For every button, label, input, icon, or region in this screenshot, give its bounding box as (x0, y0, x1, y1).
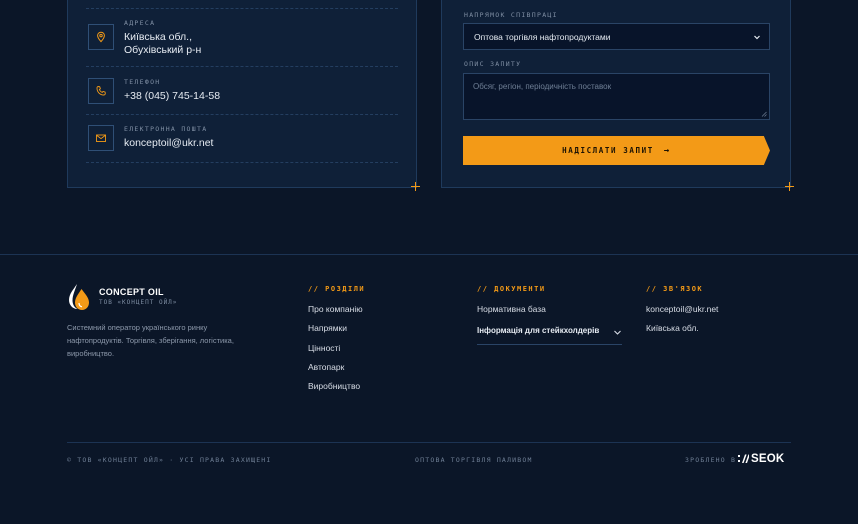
made-by-text: ЗРОБЛЕНО В (685, 456, 737, 464)
email-label: ЕЛЕКТРОННА ПОШТА (124, 125, 208, 133)
footer-link-production[interactable]: Виробництво (308, 381, 360, 391)
submit-request-button[interactable]: НАДІСЛАТИ ЗАПИТ → (463, 136, 770, 165)
contact-heading: // ЗВ'ЯЗОК (646, 285, 704, 293)
contact-row-phone: ТЕЛЕФОН +38 (045) 745-14-58 (86, 67, 398, 115)
footer-brand[interactable]: CONCEPT OIL ТОВ «КОНЦЕПТ ОЙЛ» (67, 283, 177, 311)
footer-email-link[interactable]: konceptoil@ukr.net (646, 304, 718, 314)
email-value[interactable]: konceptoil@ukr.net (124, 137, 213, 150)
stakeholders-accordion[interactable]: Інформація для стейкхолдерів (477, 321, 622, 345)
oil-drop-logo-icon (69, 284, 89, 310)
description-label: ОПИС ЗАПИТУ (464, 60, 522, 68)
chevron-down-icon (754, 35, 760, 40)
phone-icon (88, 78, 114, 104)
footer-divider (0, 254, 858, 255)
contact-row-address: АДРЕСА Київська обл., Обухівський р-н (86, 9, 398, 67)
brand-subtitle: ТОВ «КОНЦЕПТ ОЙЛ» (99, 299, 178, 306)
phone-value[interactable]: +38 (045) 745-14-58 (124, 90, 220, 103)
footer-region: Київська обл. (646, 323, 699, 333)
brand-text: CONCEPT OIL ТОВ «КОНЦЕПТ ОЙЛ» (99, 287, 177, 307)
chevron-down-icon (614, 330, 621, 335)
direction-select-value: Оптова торгівля нафтопродуктами (474, 31, 611, 42)
footer-bottom-divider (67, 442, 791, 443)
footer-link-regulations[interactable]: Нормативна база (477, 304, 546, 314)
address-line-2: Обухівський р-н (124, 44, 202, 56)
copyright-text: © ТОВ «КОНЦЕПТ ОЙЛ» · УСІ ПРАВА ЗАХИЩЕНІ (67, 456, 272, 464)
brand-name: CONCEPT OIL (99, 287, 164, 297)
mail-icon (88, 125, 114, 151)
submit-button-label: НАДІСЛАТИ ЗАПИТ (562, 146, 654, 155)
footer-link-about[interactable]: Про компанію (308, 304, 363, 314)
footer-link-fleet[interactable]: Автопарк (308, 362, 344, 372)
phone-label: ТЕЛЕФОН (124, 78, 161, 86)
brand-description: Системний оператор українського ринку на… (67, 323, 234, 358)
direction-select[interactable]: Оптова торгівля нафтопродуктами (463, 23, 770, 50)
request-form-card: НАПРЯМОК СПІВПРАЦІ Оптова торгівля нафто… (441, 0, 791, 188)
sections-heading: // РОЗДІЛИ (308, 285, 366, 293)
direction-label: НАПРЯМОК СПІВПРАЦІ (464, 11, 558, 19)
contact-row-email: ЕЛЕКТРОННА ПОШТА konceptoil@ukr.net (86, 115, 398, 163)
corner-plus-mark (411, 182, 420, 191)
footer-link-values[interactable]: Цінності (308, 343, 340, 353)
seok-logo-text: SEOK (751, 453, 785, 465)
seok-agency-link[interactable]: SEOK (738, 453, 784, 465)
address-label: АДРЕСА (124, 19, 156, 27)
arrow-right-icon: → (663, 145, 671, 156)
contact-info-card: АДРЕСА Київська обл., Обухівський р-н ТЕ… (67, 0, 417, 188)
description-textarea[interactable]: Обсяг, регіон, періодичність поставок (463, 73, 770, 120)
documents-heading: // ДОКУМЕНТИ (477, 285, 546, 293)
seok-logo-icon (738, 454, 749, 463)
corner-plus-mark (785, 182, 794, 191)
description-placeholder: Обсяг, регіон, періодичність поставок (473, 82, 612, 91)
address-line-1: Київська обл., (124, 31, 193, 43)
tagline-text: ОПТОВА ТОРГІВЛЯ ПАЛИВОМ (415, 456, 533, 464)
resize-grip-icon[interactable] (761, 111, 767, 117)
stakeholders-accordion-label: Інформація для стейкхолдерів (477, 326, 600, 335)
map-pin-icon (88, 24, 114, 50)
footer-link-directions[interactable]: Напрямки (308, 323, 347, 333)
